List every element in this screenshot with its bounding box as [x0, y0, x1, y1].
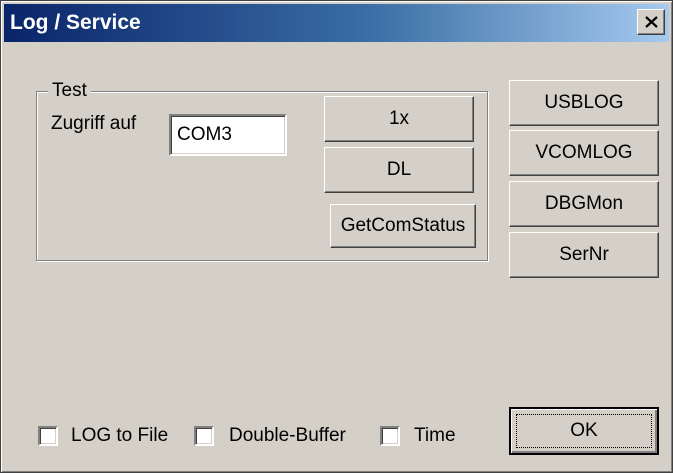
close-icon: [645, 16, 658, 28]
log-service-dialog: Log / Service Test Zugriff auf COM3 1x D…: [0, 0, 673, 473]
vcomlog-button[interactable]: VCOMLOG: [509, 130, 659, 176]
double-buffer-checkbox[interactable]: [194, 426, 214, 446]
time-checkbox[interactable]: [380, 426, 400, 446]
test-group-legend: Test: [48, 81, 91, 101]
dl-button[interactable]: DL: [324, 147, 474, 193]
get-com-status-button[interactable]: GetComStatus: [330, 204, 476, 248]
time-label[interactable]: Time: [414, 425, 456, 447]
dbgmon-button[interactable]: DBGMon: [509, 181, 659, 227]
port-input[interactable]: COM3: [169, 114, 287, 156]
once-button[interactable]: 1x: [324, 96, 474, 142]
title-bar[interactable]: Log / Service: [4, 4, 669, 42]
sernr-button[interactable]: SerNr: [509, 232, 659, 278]
log-to-file-checkbox[interactable]: [38, 426, 58, 446]
double-buffer-label[interactable]: Double-Buffer: [229, 425, 346, 447]
access-label: Zugriff auf: [51, 113, 137, 134]
ok-button[interactable]: OK: [509, 407, 659, 455]
close-button[interactable]: [637, 9, 665, 35]
usblog-button[interactable]: USBLOG: [509, 80, 659, 126]
log-to-file-label[interactable]: LOG to File: [71, 425, 168, 447]
focus-rectangle: [516, 414, 652, 448]
window-title: Log / Service: [10, 11, 141, 34]
